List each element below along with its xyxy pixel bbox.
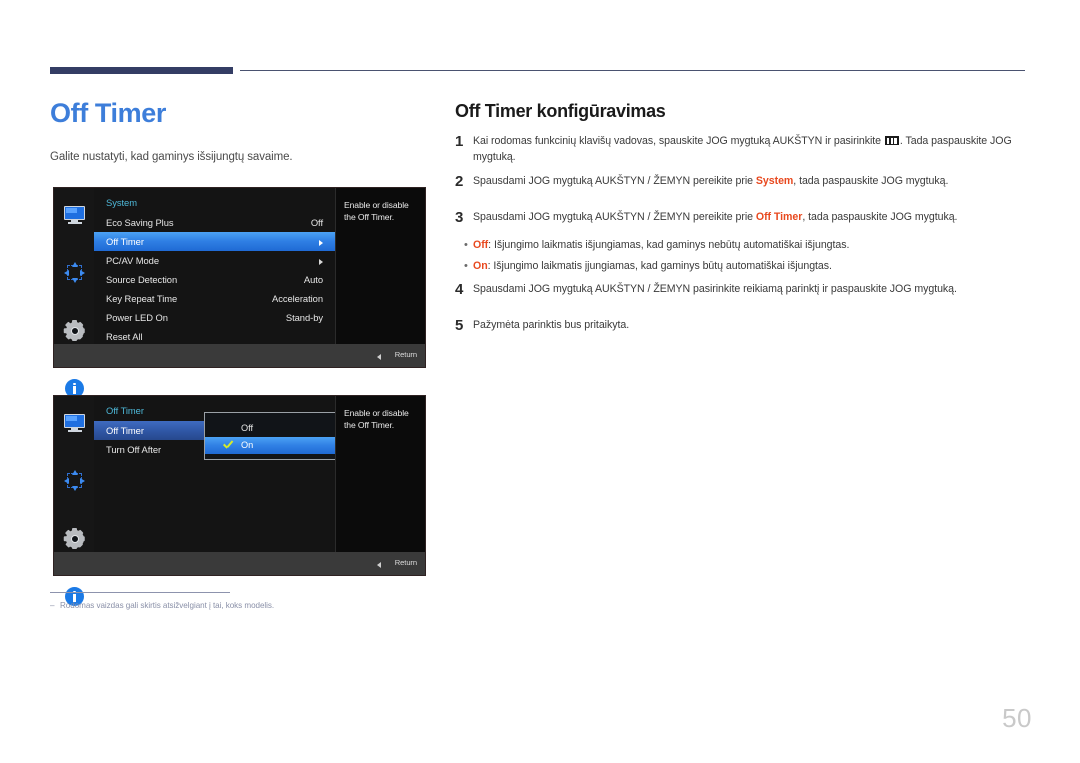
back-arrow-icon (377, 353, 381, 360)
page-root: Off Timer Galite nustatyti, kad gaminys … (0, 0, 1080, 763)
step-number: 3 (455, 208, 464, 226)
osd-return-label[interactable]: Return (395, 558, 417, 567)
step-number: 5 (455, 316, 464, 334)
back-arrow-icon (377, 561, 381, 568)
osd-row-key-repeat-time[interactable]: Key Repeat Time Acceleration (94, 289, 335, 308)
bullet-text-rest: : Išjungimo laikmatis išjungiamas, kad g… (488, 239, 850, 251)
bullet-item: • Off: Išjungimo laikmatis išjungiamas, … (455, 238, 1030, 254)
osd-row-label: Key Repeat Time (106, 293, 178, 304)
step-number: 4 (455, 281, 464, 298)
footnote-dash: ‒ (50, 601, 55, 610)
osd-row-label: Turn Off After (106, 444, 162, 455)
osd-row-label: Power LED On (106, 312, 168, 323)
header-navy-bar (50, 67, 233, 74)
bullet-text-rest: : Išjungimo laikmatis įjungiamas, kad ga… (487, 259, 832, 272)
osd-screenshot-system: System Eco Saving Plus Off Off Timer PC/… (53, 187, 426, 398)
header-thin-rule (240, 70, 1025, 71)
osd-row-label: Eco Saving Plus (106, 217, 174, 228)
bullet-dot: • (464, 239, 468, 251)
footnote-rule (50, 592, 230, 593)
osd-main-panel: Off Timer Off Timer Turn Off After Off O… (94, 396, 349, 552)
osd-row-value: Off (310, 217, 323, 228)
osd-screenshot-off-timer: Off Timer Off Timer Turn Off After Off O… (53, 395, 426, 606)
osd-row-pc-av-mode[interactable]: PC/AV Mode (94, 251, 335, 270)
osd-sidebar (54, 188, 95, 398)
step-text-before: Spausdami JOG mygtuką AUKŠTYN / ŽEMYN pe… (473, 175, 756, 187)
footnote-text: Rodomas vaizdas gali skirtis atsižvelgia… (60, 601, 275, 610)
osd-heading: System (106, 197, 137, 208)
osd-submenu-item-off[interactable]: Off (205, 420, 348, 437)
osd-submenu-label: On (241, 440, 254, 450)
osd-footer: Return (54, 552, 425, 575)
osd-row-off-timer[interactable]: Off Timer (94, 232, 335, 251)
step-text-before: Kai rodomas funkcinių klavišų vadovas, s… (473, 135, 884, 147)
osd-row-label: PC/AV Mode (106, 255, 159, 266)
osd-main-panel: System Eco Saving Plus Off Off Timer PC/… (94, 188, 335, 344)
step-item: 1 Kai rodomas funkcinių klavišų vadovas,… (455, 134, 1030, 165)
osd-submenu-item-on[interactable]: On (205, 437, 348, 454)
bullet-highlight: On (473, 259, 488, 272)
osd-row-eco-saving-plus[interactable]: Eco Saving Plus Off (94, 213, 335, 232)
osd-row-list: Eco Saving Plus Off Off Timer PC/AV Mode… (94, 213, 335, 346)
gear-icon[interactable] (63, 528, 85, 549)
step-text: Kai rodomas funkcinių klavišų vadovas, s… (473, 134, 1030, 165)
step-text-after: , tada paspauskite JOG mygtuką. (793, 175, 949, 187)
osd-row-power-led-on[interactable]: Power LED On Stand-by (94, 308, 335, 327)
osd-row-value: Acceleration (272, 293, 323, 304)
osd-row-label: Source Detection (106, 274, 178, 285)
steps-list: 1 Kai rodomas funkcinių klavišų vadovas,… (455, 134, 1030, 333)
menu-glyph-icon (884, 136, 899, 145)
step-number: 2 (455, 173, 464, 190)
osd-footer: Return (54, 344, 425, 367)
step-text: Spausdami JOG mygtuką AUKŠTYN / ŽEMYN pa… (473, 283, 957, 295)
page-number: 50 (1002, 703, 1032, 733)
step-text: Spausdami JOG mygtuką AUKŠTYN / ŽEMYN pe… (473, 174, 1030, 190)
osd-submenu-popup: Off On (204, 412, 349, 460)
bullet-dot: • (464, 259, 468, 272)
step-item: 2 Spausdami JOG mygtuką AUKŠTYN / ŽEMYN … (455, 174, 1030, 190)
step-text-after: , tada paspauskite JOG mygtuką. (802, 210, 958, 223)
step-item: 3 Spausdami JOG mygtuką AUKŠTYN / ŽEMYN … (455, 210, 1030, 226)
bullet-text: On: Išjungimo laikmatis įjungiamas, kad … (473, 259, 1030, 275)
osd-row-value: Stand-by (285, 312, 323, 323)
osd-description: Enable or disable the Off Timer. (335, 188, 425, 344)
bullet-highlight: Off (473, 239, 489, 251)
osd-row-value: Auto (303, 274, 323, 285)
step-text: Pažymėta parinktis bus pritaikyta. (473, 318, 630, 331)
step-item: 4 Spausdami JOG mygtuką AUKŠTYN / ŽEMYN … (455, 282, 1030, 298)
bullet-item: • On: Išjungimo laikmatis įjungiamas, ka… (455, 259, 1030, 275)
step-text-before: Spausdami JOG mygtuką AUKŠTYN / ŽEMYN pe… (473, 210, 756, 223)
chevron-right-icon (319, 258, 323, 265)
checkmark-icon (223, 441, 233, 450)
osd-sidebar (54, 396, 95, 606)
osd-row-label: Off Timer (106, 425, 144, 436)
page-title: Off Timer (50, 98, 166, 128)
osd-row-label: Off Timer (106, 236, 144, 247)
osd-return-label[interactable]: Return (395, 350, 417, 359)
step-text: Spausdami JOG mygtuką AUKŠTYN / ŽEMYN pe… (473, 210, 1030, 226)
osd-description: Enable or disable the Off Timer. (335, 396, 425, 552)
move-arrows-icon[interactable] (64, 470, 85, 491)
monitor-icon[interactable] (64, 412, 85, 433)
step-highlight: System (755, 175, 794, 187)
step-highlight: Off Timer (755, 210, 803, 223)
section-title: Off Timer konfigūravimas (455, 101, 666, 121)
bullet-text: Off: Išjungimo laikmatis išjungiamas, ka… (473, 238, 1030, 254)
osd-heading: Off Timer (106, 405, 144, 416)
page-subtitle: Galite nustatyti, kad gaminys išsijungtų… (50, 151, 293, 163)
step-number: 1 (455, 133, 464, 150)
monitor-icon[interactable] (64, 204, 85, 225)
osd-row-source-detection[interactable]: Source Detection Auto (94, 270, 335, 289)
chevron-right-icon (319, 239, 323, 246)
osd-submenu-label: Off (241, 423, 254, 433)
move-arrows-icon[interactable] (64, 262, 85, 283)
step-item: 5 Pažymėta parinktis bus pritaikyta. (455, 318, 1030, 334)
gear-icon[interactable] (63, 320, 85, 341)
footnote: ‒ Rodomas vaizdas gali skirtis atsižvelgi… (50, 601, 550, 610)
